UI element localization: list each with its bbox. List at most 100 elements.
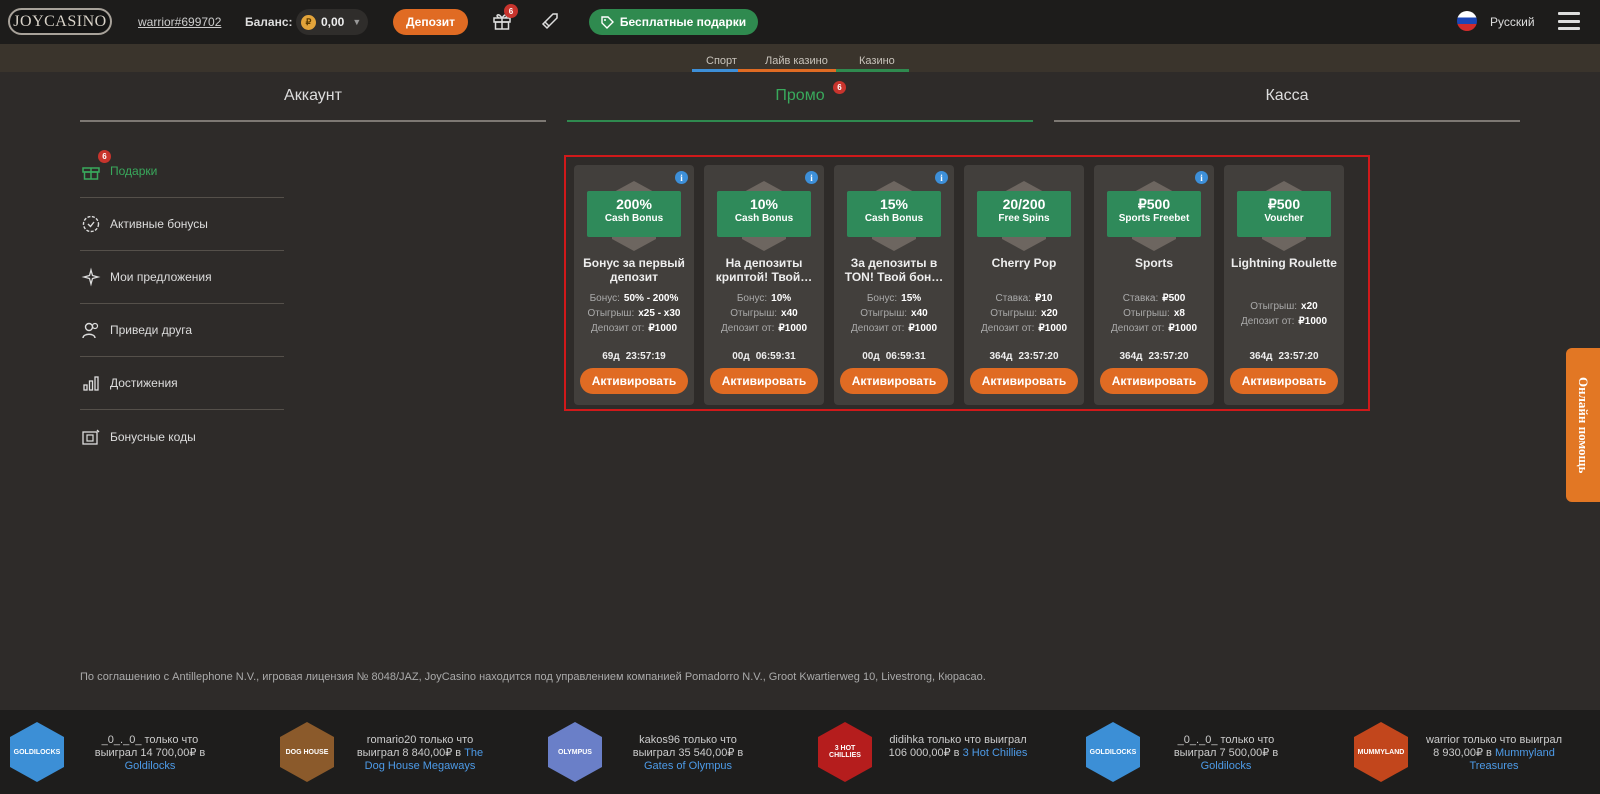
activate-button[interactable]: Активировать: [1100, 368, 1208, 394]
tab-account[interactable]: Аккаунт: [80, 87, 546, 105]
countdown-timer: 00д 06:59:31: [704, 351, 824, 362]
timer-days: 364д: [989, 351, 1013, 362]
game-link[interactable]: Goldilocks: [125, 760, 176, 772]
detail-key: Отыгрыш:: [1250, 301, 1298, 312]
bonus-type: Free Spins: [998, 213, 1050, 224]
info-icon[interactable]: i: [1195, 171, 1208, 184]
card-title: За депозиты в TON! Твой бон…: [844, 256, 944, 284]
menu-label-refer-friend: Приведи друга: [110, 323, 193, 337]
subnav-live-line: [738, 69, 836, 72]
activate-button[interactable]: Активировать: [580, 368, 688, 394]
game-thumbnail[interactable]: 3 HOT CHILLIES: [818, 722, 872, 782]
card-title: На депозиты криптой! Твой…: [715, 256, 813, 284]
bonus-ribbon: 15% Cash Bonus: [847, 191, 941, 237]
countdown-timer: 69д 23:57:19: [574, 351, 694, 362]
timer-days: 00д: [862, 351, 880, 362]
timer-days: 00д: [732, 351, 750, 362]
info-icon[interactable]: i: [935, 171, 948, 184]
timer-days: 364д: [1119, 351, 1143, 362]
detail-value: ₽1000: [778, 323, 808, 334]
tab-account-line: [80, 120, 546, 122]
bonus-amount: 200%: [616, 196, 652, 212]
tab-promo[interactable]: Промо: [567, 87, 1033, 105]
flag-icon[interactable]: [1457, 11, 1477, 31]
bonus-ribbon: ₽500 Sports Freebet: [1107, 191, 1201, 237]
online-help-tab[interactable]: Онлайн помощь: [1566, 348, 1600, 502]
info-icon[interactable]: i: [675, 171, 688, 184]
bonus-type: Sports Freebet: [1118, 213, 1190, 224]
game-thumbnail[interactable]: OLYMPUS: [548, 722, 602, 782]
ticket-icon: [80, 426, 102, 448]
subnav-casino[interactable]: Казино: [859, 55, 895, 67]
promo-cards-container: 200% Cash Bonus i Бонус за первый депозит…: [564, 155, 1370, 411]
info-icon[interactable]: i: [805, 171, 818, 184]
menu-item-gifts[interactable]: 6 Подарки: [80, 145, 284, 198]
username-link[interactable]: warrior#699702: [138, 15, 221, 29]
bonus-amount: 20/200: [1002, 196, 1046, 212]
win-item[interactable]: GOLDILOCKS _0_._0_ только что выиграл 14…: [10, 722, 240, 782]
bonus-ribbon: 20/200 Free Spins: [977, 191, 1071, 237]
activate-button[interactable]: Активировать: [840, 368, 948, 394]
win-item[interactable]: MUMMYLAND warrior только что выиграл 8 9…: [1354, 722, 1584, 782]
language-selector[interactable]: Русский: [1490, 15, 1535, 29]
menu-label-gifts: Подарки: [110, 164, 158, 178]
bonus-type: Voucher: [1264, 213, 1304, 224]
win-text: kakos96 только что выиграл 35 540,00₽ в …: [618, 734, 758, 773]
detail-value: ₽1000: [1168, 323, 1198, 334]
win-item[interactable]: DOG HOUSE romario20 только что выиграл 8…: [280, 722, 510, 782]
activate-button[interactable]: Активировать: [710, 368, 818, 394]
menu-item-achievements[interactable]: Достижения: [80, 357, 284, 410]
users-icon: [80, 319, 102, 341]
detail-key: Бонус:: [589, 293, 620, 304]
tab-cashier-line: [1054, 120, 1520, 122]
game-thumbnail[interactable]: DOG HOUSE: [280, 722, 334, 782]
card-details: Бонус: 10% Отыгрыш: x40 Депозит от: ₽1000: [704, 291, 824, 336]
detail-value: ₽1000: [648, 323, 678, 334]
win-message: _0_._0_ только что выиграл 14 700,00₽ в: [94, 734, 206, 759]
menu-item-bonus-codes[interactable]: Бонусные коды: [80, 410, 284, 463]
win-item[interactable]: GOLDILOCKS _0_._0_ только что выиграл 7 …: [1086, 722, 1316, 782]
balance-dropdown[interactable]: ₽ 0,00 ▼: [296, 9, 368, 35]
card-details: Бонус: 15% Отыгрыш: x40 Депозит от: ₽1000: [834, 291, 954, 336]
promo-card: ₽500 Voucher Lightning Roulette Отыгрыш: x…: [1224, 165, 1344, 405]
tag-icon: [601, 15, 614, 29]
timer-time: 23:57:20: [1018, 351, 1059, 362]
menu-item-refer-friend[interactable]: Приведи друга: [80, 304, 284, 357]
game-link[interactable]: Goldilocks: [1201, 760, 1252, 772]
win-item[interactable]: OLYMPUS kakos96 только что выиграл 35 54…: [548, 722, 778, 782]
win-text: romario20 только что выиграл 8 840,00₽ в…: [350, 734, 490, 773]
bonus-amount: 15%: [879, 196, 909, 212]
game-thumbnail[interactable]: MUMMYLAND: [1354, 722, 1408, 782]
game-link[interactable]: 3 Hot Chillies: [963, 747, 1028, 759]
sparkles-icon: [80, 266, 102, 288]
free-gifts-button[interactable]: Бесплатные подарки: [589, 9, 758, 35]
gift-icon: [80, 160, 102, 182]
win-item[interactable]: 3 HOT CHILLIES didihka только что выигра…: [818, 722, 1048, 782]
rocket-icon[interactable]: [540, 11, 560, 31]
activate-button[interactable]: Активировать: [970, 368, 1078, 394]
menu-item-my-offers[interactable]: Мои предложения: [80, 251, 284, 304]
activate-button[interactable]: Активировать: [1230, 368, 1338, 394]
tab-cashier[interactable]: Касса: [1054, 87, 1520, 105]
countdown-timer: 364д 23:57:20: [1094, 351, 1214, 362]
promo-card: ₽500 Sports Freebet i Sports Ставка: ₽500 …: [1094, 165, 1214, 405]
subnav-sport-line: [692, 69, 738, 72]
win-text: didihka только что выиграл 106 000,00₽ в…: [888, 734, 1028, 760]
menu-icon[interactable]: [1558, 12, 1580, 30]
timer-days: 364д: [1249, 351, 1273, 362]
card-details: Отыгрыш: x20 Депозит от: ₽1000: [1224, 299, 1344, 329]
subnav-sport[interactable]: Спорт: [706, 55, 737, 67]
detail-value: x40: [911, 308, 928, 319]
game-thumbnail[interactable]: GOLDILOCKS: [10, 722, 64, 782]
game-thumbnail[interactable]: GOLDILOCKS: [1086, 722, 1140, 782]
deposit-button[interactable]: Депозит: [393, 9, 468, 35]
detail-value: ₽10: [1035, 293, 1053, 304]
promo-card: 200% Cash Bonus i Бонус за первый депозит…: [574, 165, 694, 405]
subnav-live-casino[interactable]: Лайв казино: [765, 55, 828, 67]
legal-text: По соглашению с Antillephone N.V., игров…: [80, 671, 986, 683]
menu-item-active-bonuses[interactable]: Активные бонусы: [80, 198, 284, 251]
subnav-casino-line: [836, 69, 909, 72]
logo[interactable]: JOYCASINO: [8, 8, 112, 35]
bonus-type: Cash Bonus: [604, 213, 664, 224]
game-link[interactable]: Gates of Olympus: [644, 760, 732, 772]
